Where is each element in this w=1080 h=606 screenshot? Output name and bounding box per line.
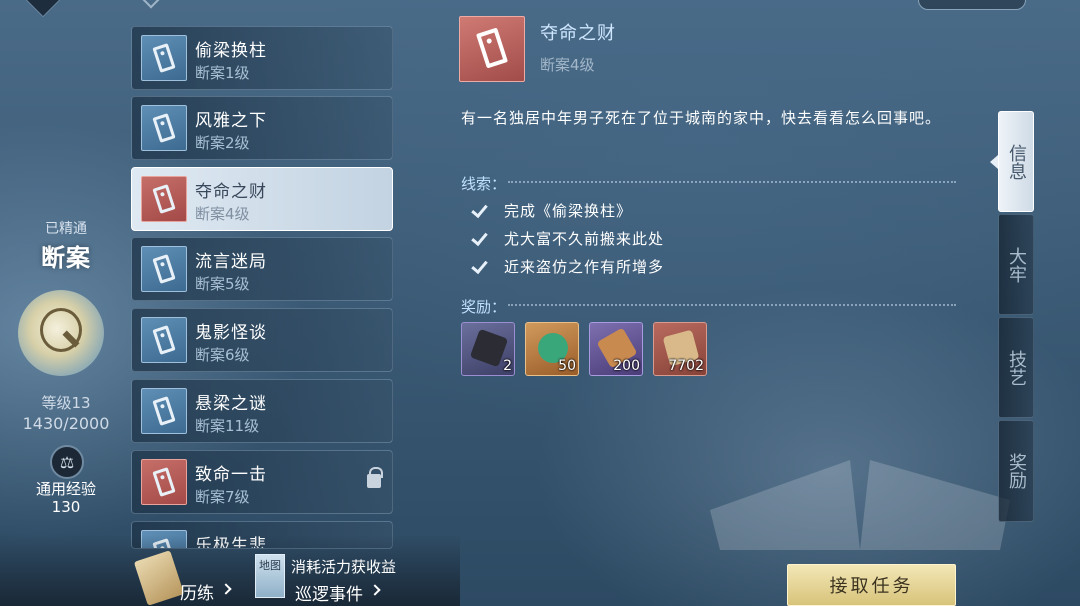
case-level: 断案7级 xyxy=(195,488,250,506)
patrol-event-button[interactable]: 地图 消耗活力获收益 巡逻事件 xyxy=(255,552,405,605)
case-level: 断案6级 xyxy=(195,346,250,364)
case-tag-icon xyxy=(141,105,187,151)
back-chevron-icon[interactable] xyxy=(142,0,160,9)
case-level: 断案4级 xyxy=(540,56,595,74)
case-detail-icon xyxy=(459,16,525,82)
skill-level: 等级13 xyxy=(41,394,91,412)
case-item[interactable]: 鬼影怪谈 断案6级 xyxy=(131,308,393,372)
scroll-icon xyxy=(133,550,185,606)
case-item[interactable]: 流言迷局 断案5级 xyxy=(131,237,393,301)
case-level: 断案4级 xyxy=(195,205,250,223)
case-tag-icon xyxy=(141,246,187,292)
skill-name: 断案 xyxy=(41,244,91,272)
lock-icon xyxy=(367,467,383,488)
tab-label: 奖励 xyxy=(1006,453,1027,489)
rewards-header: 奖励： xyxy=(461,298,507,316)
exp-label: 通用经验 xyxy=(35,480,96,498)
chevron-right-icon xyxy=(369,584,381,596)
clue-item: 完成《偷梁换柱》 xyxy=(471,199,632,221)
tab-label: 技艺 xyxy=(1006,349,1027,386)
active-tab-pointer-icon xyxy=(990,155,998,169)
case-level: 断案11级 xyxy=(195,417,260,435)
patrol-label: 巡逻事件 xyxy=(295,585,363,605)
case-tag-icon xyxy=(141,388,187,434)
patrol-subtitle: 消耗活力获收益 xyxy=(291,558,397,576)
tab-craft[interactable]: 技艺 xyxy=(998,317,1034,418)
mastered-label: 已精通 xyxy=(45,221,87,237)
case-item[interactable]: 风雅之下 断案2级 xyxy=(131,96,393,160)
tab-info[interactable]: 信息 xyxy=(998,111,1034,212)
case-description: 有一名独居中年男子死在了位于城南的家中，快去看看怎么回事吧。 xyxy=(461,109,942,127)
exp-progress: 1430/2000 xyxy=(22,414,110,433)
case-item[interactable]: 悬梁之谜 断案11级 xyxy=(131,379,393,443)
divider xyxy=(508,181,956,183)
check-icon xyxy=(471,202,487,218)
menu-emblem-icon[interactable] xyxy=(24,0,62,18)
case-tag-icon xyxy=(141,459,187,505)
reward-item[interactable]: 7702 xyxy=(653,322,707,376)
case-item-locked[interactable]: 致命一击 断案7级 xyxy=(131,450,393,514)
check-icon xyxy=(471,230,487,246)
case-tag-icon xyxy=(141,35,187,81)
training-button[interactable]: 历练 xyxy=(133,550,245,606)
clue-item: 尤大富不久前搬来此处 xyxy=(471,227,664,249)
currency-badge[interactable] xyxy=(918,0,1026,10)
case-name: 悬梁之谜 xyxy=(195,394,267,414)
case-name: 夺命之财 xyxy=(195,182,267,202)
case-name: 流言迷局 xyxy=(195,252,267,272)
exp-scale-icon[interactable]: ⚖ xyxy=(50,445,84,479)
case-tag-icon xyxy=(141,317,187,363)
map-icon: 地图 xyxy=(255,554,285,598)
reward-item[interactable]: 50 xyxy=(525,322,579,376)
training-label: 历练 xyxy=(180,584,214,604)
exp-value: 130 xyxy=(51,498,81,516)
case-name: 风雅之下 xyxy=(195,111,267,131)
case-level: 断案2级 xyxy=(195,134,250,152)
case-level: 断案5级 xyxy=(195,275,250,293)
tab-label: 大牢 xyxy=(1006,246,1027,283)
chevron-right-icon xyxy=(220,583,232,595)
case-name: 致命一击 xyxy=(195,465,267,485)
tab-label: 信息 xyxy=(1006,143,1027,180)
tab-rewards[interactable]: 奖励 xyxy=(998,420,1034,522)
reward-item[interactable]: 200 xyxy=(589,322,643,376)
skill-emblem-icon xyxy=(18,290,104,376)
divider xyxy=(508,304,956,306)
case-item-selected[interactable]: 夺命之财 断案4级 xyxy=(131,167,393,231)
clue-item: 近来盗仿之作有所增多 xyxy=(471,255,664,277)
case-tag-icon xyxy=(141,176,187,222)
accept-quest-button[interactable]: 接取任务 xyxy=(787,564,956,606)
case-name: 鬼影怪谈 xyxy=(195,323,267,343)
tab-prison[interactable]: 大牢 xyxy=(998,214,1034,315)
reward-item[interactable]: 2 xyxy=(461,322,515,376)
case-title: 夺命之财 xyxy=(540,23,616,44)
case-item[interactable]: 偷梁换柱 断案1级 xyxy=(131,26,393,90)
case-name: 偷梁换柱 xyxy=(195,41,267,61)
case-level: 断案1级 xyxy=(195,64,250,82)
book-watermark-icon xyxy=(710,460,1010,550)
check-icon xyxy=(471,258,487,274)
clues-header: 线索： xyxy=(461,175,507,193)
